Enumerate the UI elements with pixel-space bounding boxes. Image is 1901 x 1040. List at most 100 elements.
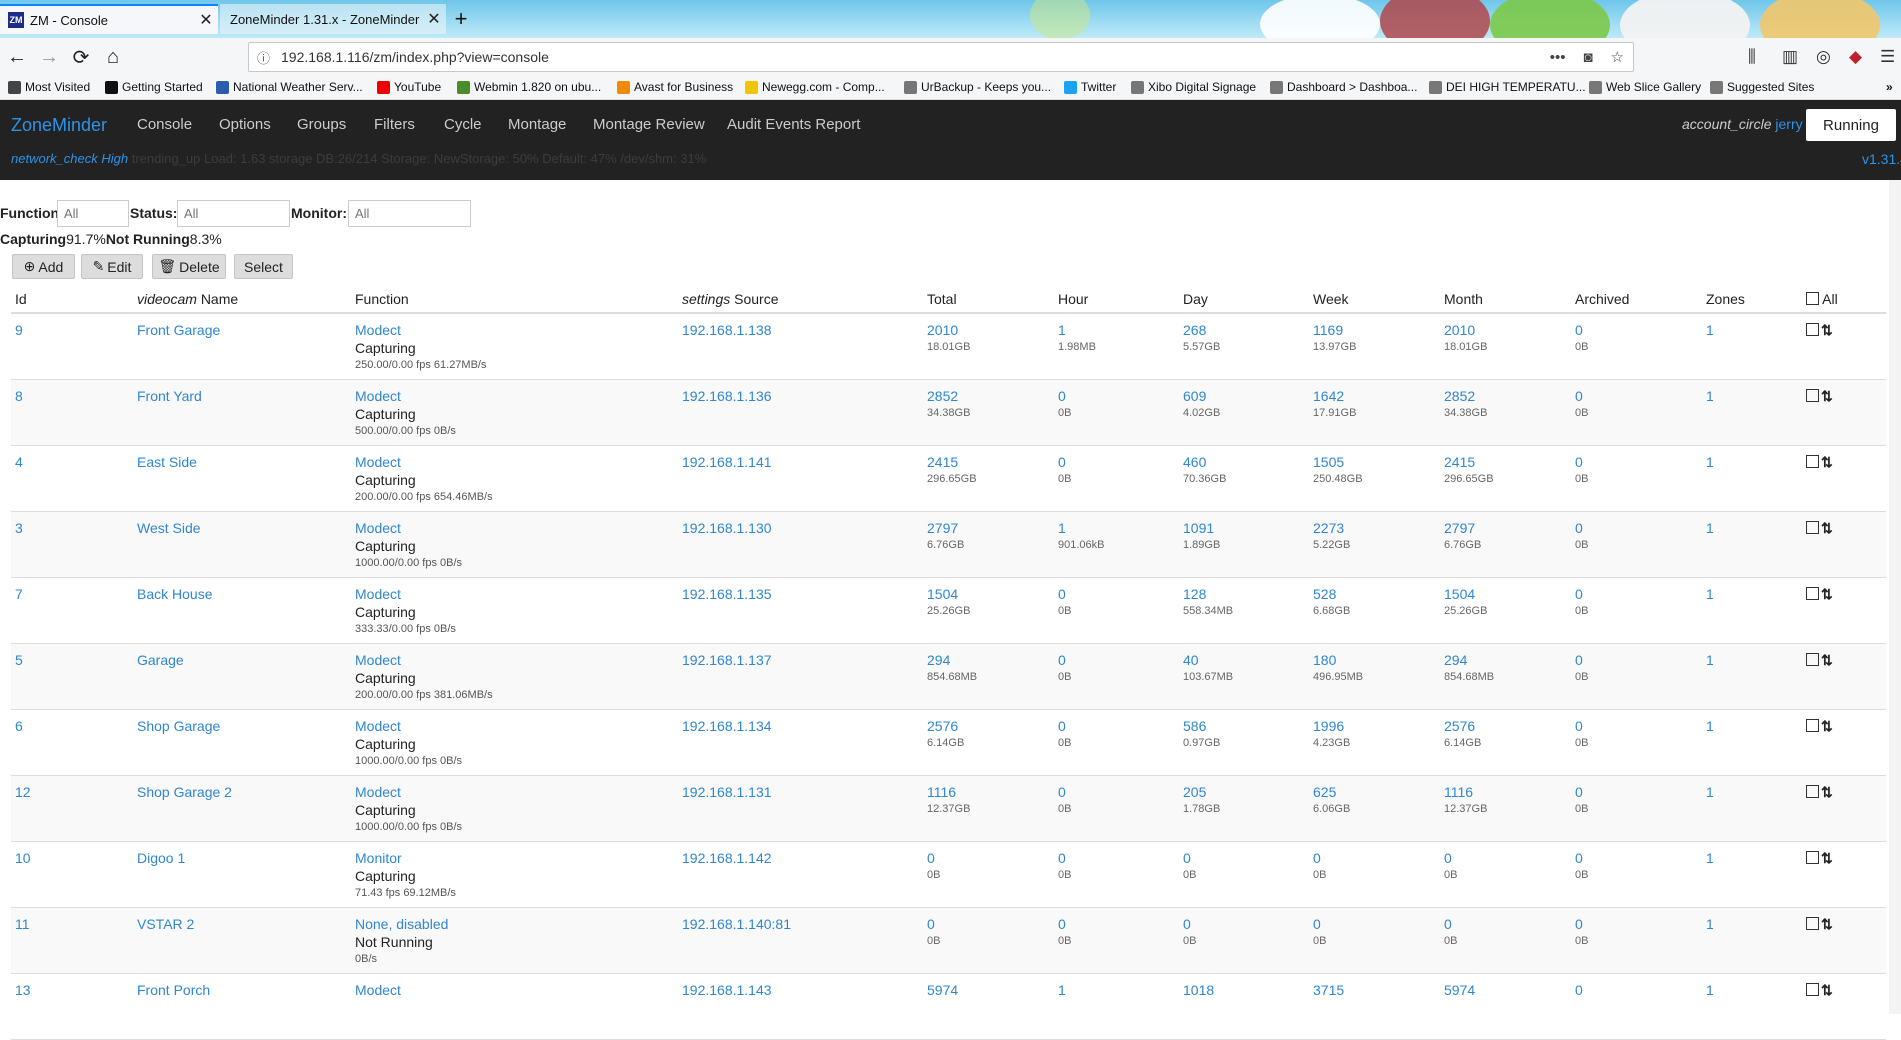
monitor-filter-input[interactable] <box>348 200 471 227</box>
source-link[interactable]: 192.168.1.140:81 <box>682 916 791 932</box>
col-month[interactable]: Month <box>1440 286 1571 314</box>
week-events-link[interactable]: 1996 <box>1313 718 1440 734</box>
sort-handle-icon[interactable]: ⇅ <box>1821 982 1833 998</box>
function-link[interactable]: Modect <box>355 388 678 404</box>
function-link[interactable]: Modect <box>355 982 678 998</box>
archived-events-link[interactable]: 0 <box>1575 520 1702 536</box>
monitor-id-link[interactable]: 8 <box>15 388 23 404</box>
day-events-link[interactable]: 205 <box>1183 784 1309 800</box>
month-events-link[interactable]: 2415 <box>1444 454 1571 470</box>
source-link[interactable]: 192.168.1.142 <box>682 850 772 866</box>
monitor-id-link[interactable]: 4 <box>15 454 23 470</box>
pocket-icon[interactable]: ◙ <box>1583 49 1592 66</box>
monitor-id-link[interactable]: 7 <box>15 586 23 602</box>
hour-events-link[interactable]: 0 <box>1058 916 1179 932</box>
week-events-link[interactable]: 625 <box>1313 784 1440 800</box>
close-icon[interactable]: ✕ <box>422 9 446 29</box>
monitor-name-link[interactable]: Shop Garage <box>137 718 220 734</box>
function-filter-input[interactable] <box>57 200 129 227</box>
total-events-link[interactable]: 5974 <box>927 982 1054 998</box>
status-filter-input[interactable] <box>177 200 290 227</box>
zones-link[interactable]: 1 <box>1706 718 1714 734</box>
bookmark-dei[interactable]: DEI HIGH TEMPERATU... <box>1429 80 1586 94</box>
home-icon[interactable]: ⌂ <box>98 42 128 72</box>
archived-events-link[interactable]: 0 <box>1575 982 1702 998</box>
row-select-checkbox[interactable] <box>1806 520 1819 534</box>
monitor-id-link[interactable]: 3 <box>15 520 23 536</box>
source-link[interactable]: 192.168.1.141 <box>682 454 772 470</box>
sort-handle-icon[interactable]: ⇅ <box>1821 784 1833 800</box>
zones-link[interactable]: 1 <box>1706 982 1714 998</box>
total-events-link[interactable]: 0 <box>927 916 1054 932</box>
day-events-link[interactable]: 0 <box>1183 850 1309 866</box>
monitor-id-link[interactable]: 10 <box>15 850 31 866</box>
month-events-link[interactable]: 1504 <box>1444 586 1571 602</box>
zones-link[interactable]: 1 <box>1706 652 1714 668</box>
archived-events-link[interactable]: 0 <box>1575 652 1702 668</box>
sort-handle-icon[interactable]: ⇅ <box>1821 718 1833 734</box>
monitor-name-link[interactable]: Front Garage <box>137 322 220 338</box>
monitor-name-link[interactable]: West Side <box>137 520 201 536</box>
col-select-all[interactable]: All <box>1802 286 1886 314</box>
reload-icon[interactable]: ⟳ <box>66 42 96 72</box>
function-link[interactable]: Monitor <box>355 850 678 866</box>
hour-events-link[interactable]: 0 <box>1058 652 1179 668</box>
sort-handle-icon[interactable]: ⇅ <box>1821 850 1833 866</box>
day-events-link[interactable]: 1091 <box>1183 520 1309 536</box>
monitor-name-link[interactable]: Garage <box>137 652 184 668</box>
sort-handle-icon[interactable]: ⇅ <box>1821 520 1833 536</box>
row-select-checkbox[interactable] <box>1806 718 1819 732</box>
nav-montage[interactable]: Montage <box>508 116 566 133</box>
day-events-link[interactable]: 609 <box>1183 388 1309 404</box>
sort-handle-icon[interactable]: ⇅ <box>1821 652 1833 668</box>
nav-console[interactable]: Console <box>137 116 192 133</box>
col-function[interactable]: Function <box>351 286 678 314</box>
week-events-link[interactable]: 1169 <box>1313 322 1440 338</box>
week-events-link[interactable]: 3715 <box>1313 982 1440 998</box>
function-link[interactable]: Modect <box>355 454 678 470</box>
function-link[interactable]: Modect <box>355 520 678 536</box>
hour-events-link[interactable]: 0 <box>1058 718 1179 734</box>
sort-handle-icon[interactable]: ⇅ <box>1821 388 1833 404</box>
page-scrollbar[interactable] <box>1889 180 1901 1014</box>
bookmark-suggested[interactable]: Suggested Sites <box>1710 80 1814 94</box>
hour-events-link[interactable]: 0 <box>1058 850 1179 866</box>
bookmark-webmin[interactable]: Webmin 1.820 on ubu... <box>457 80 601 94</box>
row-select-checkbox[interactable] <box>1806 586 1819 600</box>
tab-zoneminder-forum[interactable]: ZoneMinder 1.31.x - ZoneMinder F ✕ <box>220 4 446 34</box>
nav-montage-review[interactable]: Montage Review <box>593 116 705 133</box>
source-link[interactable]: 192.168.1.136 <box>682 388 772 404</box>
archived-events-link[interactable]: 0 <box>1575 718 1702 734</box>
row-select-checkbox[interactable] <box>1806 784 1819 798</box>
ublock-icon[interactable]: ◆ <box>1849 47 1862 67</box>
archived-events-link[interactable]: 0 <box>1575 586 1702 602</box>
close-icon[interactable]: ✕ <box>194 10 218 30</box>
bookmark-star-icon[interactable]: ☆ <box>1611 48 1624 66</box>
sort-handle-icon[interactable]: ⇅ <box>1821 916 1833 932</box>
month-events-link[interactable]: 2852 <box>1444 388 1571 404</box>
total-events-link[interactable]: 294 <box>927 652 1054 668</box>
monitor-name-link[interactable]: Front Yard <box>137 388 202 404</box>
month-events-link[interactable]: 2797 <box>1444 520 1571 536</box>
bandwidth-link[interactable]: High <box>101 151 128 166</box>
week-events-link[interactable]: 528 <box>1313 586 1440 602</box>
source-link[interactable]: 192.168.1.137 <box>682 652 772 668</box>
month-events-link[interactable]: 2576 <box>1444 718 1571 734</box>
nav-groups[interactable]: Groups <box>297 116 346 133</box>
source-link[interactable]: 192.168.1.131 <box>682 784 772 800</box>
month-events-link[interactable]: 294 <box>1444 652 1571 668</box>
sort-handle-icon[interactable]: ⇅ <box>1821 454 1833 470</box>
total-events-link[interactable]: 2797 <box>927 520 1054 536</box>
row-select-checkbox[interactable] <box>1806 388 1819 402</box>
monitor-name-link[interactable]: Shop Garage 2 <box>137 784 232 800</box>
zones-link[interactable]: 1 <box>1706 322 1714 338</box>
zones-link[interactable]: 1 <box>1706 916 1714 932</box>
col-archived[interactable]: Archived <box>1571 286 1702 314</box>
account-menu[interactable]: account_circle jerry <box>1682 116 1803 132</box>
col-source[interactable]: settings Source <box>678 286 923 314</box>
zones-link[interactable]: 1 <box>1706 850 1714 866</box>
total-events-link[interactable]: 1504 <box>927 586 1054 602</box>
day-events-link[interactable]: 268 <box>1183 322 1309 338</box>
total-events-link[interactable]: 2415 <box>927 454 1054 470</box>
monitor-id-link[interactable]: 6 <box>15 718 23 734</box>
